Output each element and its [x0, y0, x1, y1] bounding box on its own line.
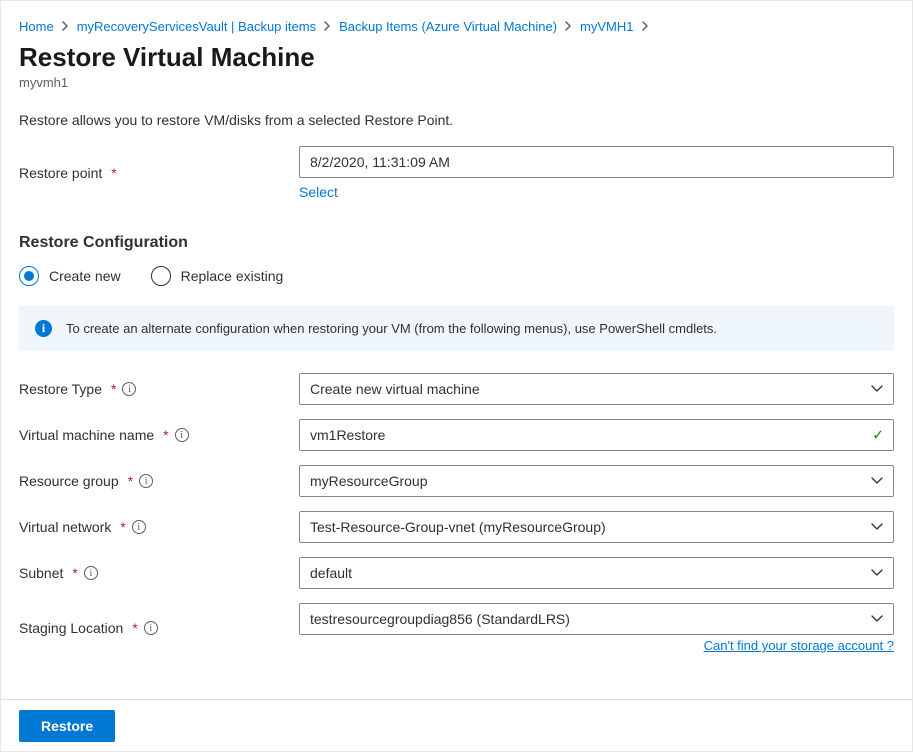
restore-configuration-header: Restore Configuration: [19, 234, 894, 252]
chevron-right-icon: [565, 19, 572, 34]
breadcrumb-vault[interactable]: myRecoveryServicesVault | Backup items: [77, 19, 316, 34]
vnet-label-text: Virtual network: [19, 519, 111, 535]
required-asterisk: *: [132, 620, 137, 636]
radio-icon: [151, 266, 171, 286]
restore-button[interactable]: Restore: [19, 710, 115, 742]
required-asterisk: *: [163, 427, 168, 443]
subnet-label-text: Subnet: [19, 565, 63, 581]
valid-check-icon: ✓: [872, 427, 884, 444]
resource-group-row: Resource group * i myResourceGroup: [19, 465, 894, 497]
info-tooltip-icon[interactable]: i: [139, 474, 153, 488]
chevron-down-icon: [871, 612, 883, 626]
vm-name-label-text: Virtual machine name: [19, 427, 154, 443]
info-tooltip-icon[interactable]: i: [122, 382, 136, 396]
select-restore-point-link[interactable]: Select: [299, 184, 338, 200]
chevron-down-icon: [871, 520, 883, 534]
chevron-right-icon: [324, 19, 331, 34]
restore-type-value: Create new virtual machine: [310, 381, 480, 397]
footer-bar: Restore: [1, 699, 912, 751]
breadcrumb: Home myRecoveryServicesVault | Backup it…: [19, 19, 894, 34]
subnet-value: default: [310, 565, 352, 581]
resource-group-dropdown[interactable]: myResourceGroup: [299, 465, 894, 497]
staging-label-text: Staging Location: [19, 620, 123, 636]
restore-point-row: Restore point * Select: [19, 146, 894, 200]
radio-create-new-label: Create new: [49, 268, 121, 284]
staging-value: testresourcegroupdiag856 (StandardLRS): [310, 611, 570, 627]
radio-create-new[interactable]: Create new: [19, 266, 121, 286]
info-tooltip-icon[interactable]: i: [175, 428, 189, 442]
resource-group-label-text: Resource group: [19, 473, 119, 489]
vnet-dropdown[interactable]: Test-Resource-Group-vnet (myResourceGrou…: [299, 511, 894, 543]
breadcrumb-backup-items[interactable]: Backup Items (Azure Virtual Machine): [339, 19, 557, 34]
restore-point-label: Restore point *: [19, 165, 299, 181]
radio-icon: [19, 266, 39, 286]
required-asterisk: *: [72, 565, 77, 581]
breadcrumb-home[interactable]: Home: [19, 19, 54, 34]
subnet-dropdown[interactable]: default: [299, 557, 894, 589]
chevron-down-icon: [871, 566, 883, 580]
vm-name-input[interactable]: [299, 419, 894, 451]
required-asterisk: *: [111, 165, 116, 181]
staging-dropdown[interactable]: testresourcegroupdiag856 (StandardLRS): [299, 603, 894, 635]
required-asterisk: *: [120, 519, 125, 535]
breadcrumb-vm[interactable]: myVMH1: [580, 19, 633, 34]
staging-label: Staging Location * i: [19, 620, 299, 636]
required-asterisk: *: [128, 473, 133, 489]
radio-replace-existing[interactable]: Replace existing: [151, 266, 284, 286]
restore-point-input[interactable]: [299, 146, 894, 178]
restore-type-row: Restore Type * i Create new virtual mach…: [19, 373, 894, 405]
info-banner-text: To create an alternate configuration whe…: [66, 321, 717, 336]
chevron-down-icon: [871, 382, 883, 396]
info-icon: i: [35, 320, 52, 337]
chevron-down-icon: [871, 474, 883, 488]
vnet-row: Virtual network * i Test-Resource-Group-…: [19, 511, 894, 543]
vm-name-row: Virtual machine name * i ✓: [19, 419, 894, 451]
info-banner: i To create an alternate configuration w…: [19, 306, 894, 351]
page-title: Restore Virtual Machine: [19, 42, 894, 73]
radio-replace-existing-label: Replace existing: [181, 268, 284, 284]
staging-row: Staging Location * i testresourcegroupdi…: [19, 603, 894, 653]
vnet-value: Test-Resource-Group-vnet (myResourceGrou…: [310, 519, 606, 535]
subnet-label: Subnet * i: [19, 565, 299, 581]
info-tooltip-icon[interactable]: i: [144, 621, 158, 635]
page-subtitle: myvmh1: [19, 75, 894, 90]
restore-type-dropdown[interactable]: Create new virtual machine: [299, 373, 894, 405]
required-asterisk: *: [111, 381, 116, 397]
resource-group-label: Resource group * i: [19, 473, 299, 489]
chevron-right-icon: [62, 19, 69, 34]
resource-group-value: myResourceGroup: [310, 473, 428, 489]
subnet-row: Subnet * i default: [19, 557, 894, 589]
restore-type-label: Restore Type * i: [19, 381, 299, 397]
info-tooltip-icon[interactable]: i: [132, 520, 146, 534]
restore-config-radiogroup: Create new Replace existing: [19, 266, 894, 286]
storage-account-help-link[interactable]: Can't find your storage account ?: [704, 638, 894, 653]
restore-point-label-text: Restore point: [19, 165, 102, 181]
vm-name-label: Virtual machine name * i: [19, 427, 299, 443]
vnet-label: Virtual network * i: [19, 519, 299, 535]
restore-type-label-text: Restore Type: [19, 381, 102, 397]
intro-text: Restore allows you to restore VM/disks f…: [19, 112, 894, 128]
info-tooltip-icon[interactable]: i: [84, 566, 98, 580]
chevron-right-icon: [642, 19, 649, 34]
